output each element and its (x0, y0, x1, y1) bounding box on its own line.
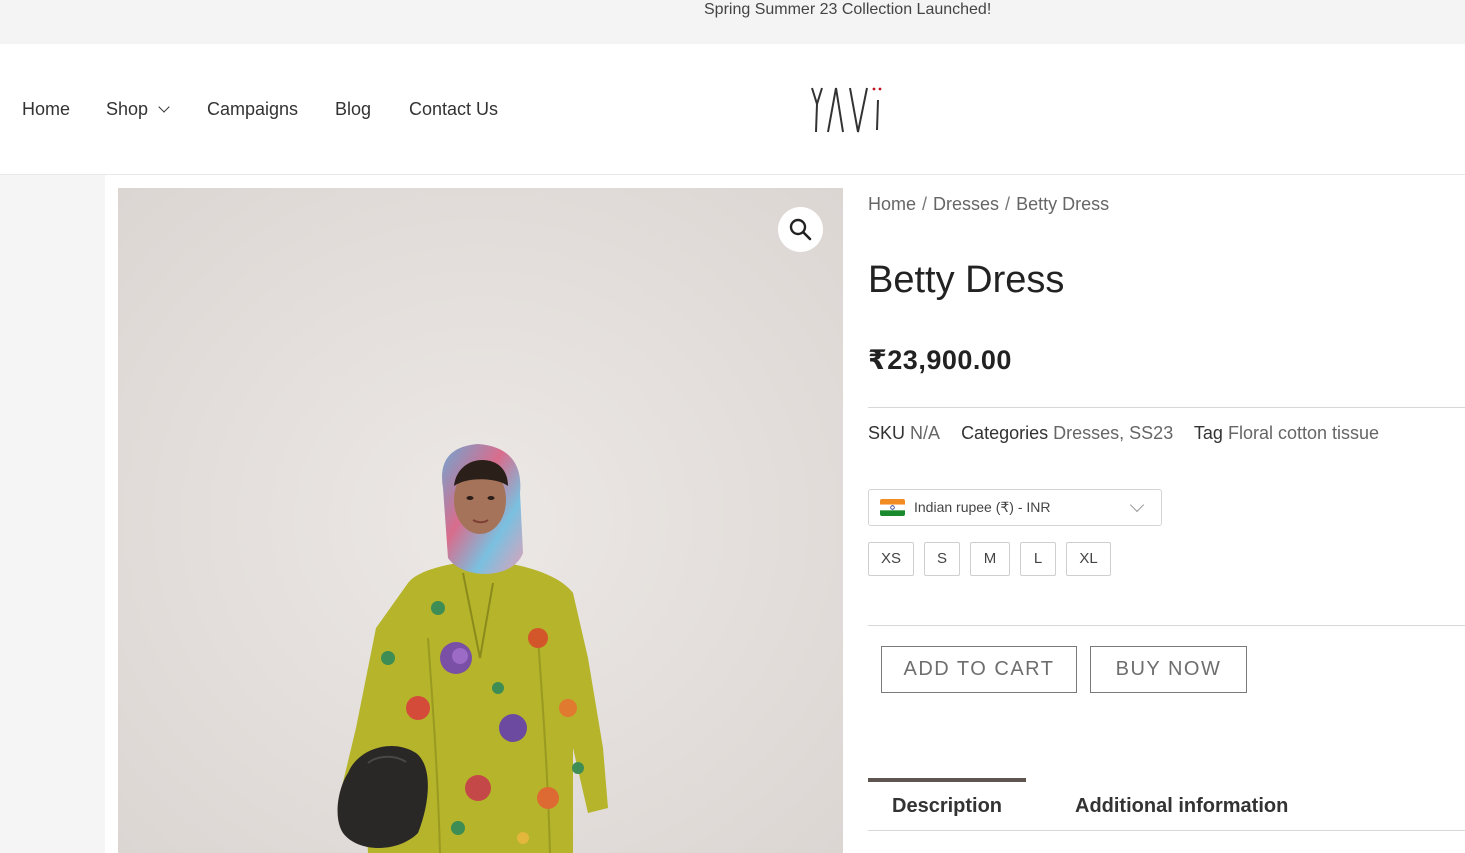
sku-group: SKU N/A (868, 423, 940, 443)
nav-shop[interactable]: Shop (106, 98, 170, 120)
categories-label: Categories (961, 423, 1049, 443)
tag-link[interactable]: Floral cotton tissue (1228, 423, 1379, 443)
zoom-button[interactable] (778, 207, 823, 252)
divider (868, 625, 1465, 626)
add-to-cart-button[interactable]: ADD TO CART (881, 646, 1077, 693)
nav-shop-label[interactable]: Shop (106, 99, 148, 119)
announcement-bar: Spring Summer 23 Collection Launched! (0, 0, 1465, 44)
site-header: Home Shop Campaigns Blog Contact Us (0, 44, 1465, 175)
sku-value: N/A (910, 423, 941, 443)
nav-blog[interactable]: Blog (335, 98, 371, 120)
product-image[interactable] (118, 188, 843, 853)
model-illustration (118, 188, 843, 853)
product-meta: SKU N/A Categories Dresses, SS23 Tag Flo… (868, 422, 1395, 444)
product-title: Betty Dress (868, 259, 1065, 301)
breadcrumb: Home / Dresses / Betty Dress (868, 193, 1109, 215)
tab-additional-information[interactable]: Additional information (1075, 794, 1288, 818)
announcement-text: Spring Summer 23 Collection Launched! (704, 1, 992, 18)
tag-label: Tag (1193, 423, 1223, 443)
divider (868, 830, 1465, 831)
size-l-button[interactable]: L (1020, 542, 1056, 576)
nav-contact-us[interactable]: Contact Us (409, 98, 498, 120)
breadcrumb-home[interactable]: Home (868, 194, 916, 214)
breadcrumb-dresses[interactable]: Dresses (933, 194, 999, 214)
tag-group: Tag Floral cotton tissue (1194, 423, 1379, 443)
categories-separator: , (1119, 423, 1125, 443)
nav-campaigns[interactable]: Campaigns (207, 98, 298, 120)
breadcrumb-separator: / (922, 194, 928, 214)
breadcrumb-current: Betty Dress (1016, 194, 1110, 214)
tab-active-indicator (868, 778, 1026, 782)
breadcrumb-separator: / (1005, 194, 1011, 214)
brand-logo[interactable] (810, 84, 884, 136)
buy-now-button[interactable]: BUY NOW (1090, 646, 1247, 693)
nav-home[interactable]: Home (22, 98, 70, 120)
divider (868, 407, 1465, 408)
chevron-down-icon[interactable] (158, 101, 170, 113)
product-price: ₹23,900.00 (868, 345, 1012, 375)
size-xs-button[interactable]: XS (868, 542, 914, 576)
search-icon[interactable] (778, 207, 823, 252)
size-s-button[interactable]: S (924, 542, 960, 576)
india-flag-icon (880, 499, 905, 516)
category-ss23-link[interactable]: SS23 (1129, 423, 1173, 443)
currency-selected-value: Indian rupee (₹) - INR (914, 499, 1051, 515)
categories-group: Categories Dresses, SS23 (961, 423, 1173, 443)
currency-select[interactable]: Indian rupee (₹) - INR (868, 489, 1162, 526)
sku-label: SKU (868, 423, 906, 443)
size-m-button[interactable]: M (970, 542, 1010, 576)
chevron-down-icon[interactable] (1129, 497, 1145, 513)
size-xl-button[interactable]: XL (1066, 542, 1111, 576)
left-gutter (0, 175, 105, 853)
tab-description[interactable]: Description (892, 794, 1002, 818)
category-dresses-link[interactable]: Dresses (1053, 423, 1119, 443)
